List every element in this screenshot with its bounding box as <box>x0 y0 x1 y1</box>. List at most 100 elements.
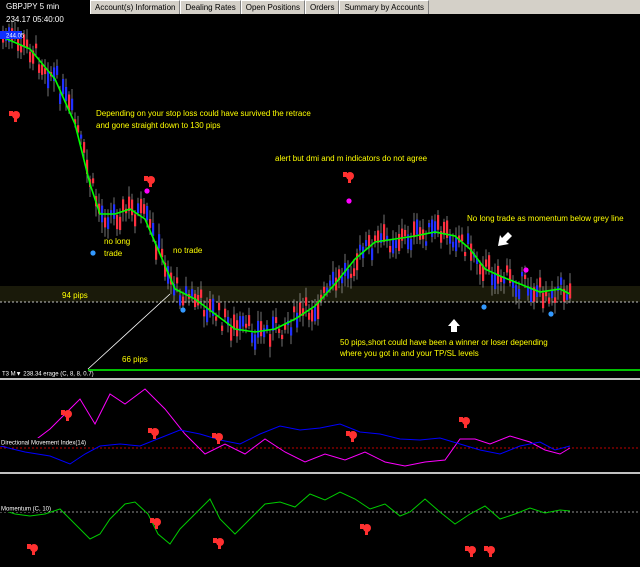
candle-body <box>551 290 554 299</box>
arrow-down-icon <box>498 232 512 246</box>
candle-body <box>410 239 413 251</box>
tab-orders[interactable]: Orders <box>305 0 340 14</box>
candle-body <box>539 277 542 288</box>
candle-body <box>131 199 134 216</box>
candle-body <box>47 71 50 89</box>
candle-body <box>560 277 563 285</box>
candle-body <box>56 65 59 75</box>
candle-body <box>140 198 143 214</box>
candle-body <box>65 86 68 101</box>
candle-body <box>374 235 377 242</box>
candle-body <box>38 64 41 73</box>
candle-body <box>179 295 182 306</box>
candle-body <box>359 244 362 251</box>
candle-body <box>488 255 491 270</box>
chart-symbol-label: GBPJPY 5 min 234.17 05:40:00 <box>0 0 84 24</box>
annotation-50-pips-line1: 50 pips,short could have been a winner o… <box>340 338 548 347</box>
signal-dot-blue <box>548 311 554 317</box>
candle-body <box>62 78 65 95</box>
annotation-no-long-line2: trade <box>104 249 123 258</box>
candle-body <box>500 276 503 283</box>
signal-dot-magenta <box>144 188 150 194</box>
tab-account-information[interactable]: Account(s) Information <box>90 0 181 14</box>
candle-body <box>506 265 509 273</box>
chart-area[interactable]: 244.05 T3 M▼ 238.34 erage (C, 8, 8, 0.7)… <box>0 14 640 567</box>
signal-dot-blue <box>481 304 487 310</box>
candle-body <box>461 234 464 242</box>
candle-body <box>215 316 218 321</box>
candle-body <box>242 316 245 327</box>
annotation-50-pips-line2: where you got in and your TP/SL levels <box>339 349 479 358</box>
candle-body <box>59 93 62 104</box>
candle-body <box>467 233 470 245</box>
candle-body <box>455 237 458 252</box>
candle-body <box>341 276 344 284</box>
candle-body <box>494 272 497 290</box>
annotation-94-pips: 94 pips <box>62 291 88 300</box>
price-panel[interactable]: 244.05 T3 M▼ 238.34 erage (C, 8, 8, 0.7)… <box>0 20 640 378</box>
panel-separator <box>0 472 640 474</box>
annotation-stop-loss-line2: and gone straight down to 130 pips <box>96 121 221 130</box>
annotation-stop-loss-line1: Depending on your stop loss could have s… <box>96 109 311 118</box>
candle-body <box>83 142 86 153</box>
candle-body <box>257 320 260 338</box>
candle-body <box>269 334 272 347</box>
signal-dot-blue <box>90 250 96 256</box>
tab-summary-by-accounts[interactable]: Summary by Accounts <box>339 0 430 14</box>
candle-body <box>437 215 440 230</box>
momentum-line <box>0 491 571 545</box>
candle-body <box>365 240 368 246</box>
candle-body <box>260 321 263 337</box>
candle-body <box>251 332 254 343</box>
candle-body <box>293 306 296 313</box>
annotation-alert: alert but dmi and m indicators do not ag… <box>275 154 428 163</box>
candle-body <box>569 283 572 299</box>
candle-body <box>182 296 185 306</box>
candle-body <box>143 204 146 214</box>
momentum-panel[interactable]: Momentum (C, 10) <box>0 491 640 557</box>
candle-body <box>353 268 356 276</box>
candle-body <box>524 274 527 280</box>
candle-body <box>248 315 251 327</box>
signal-dot-blue <box>180 307 186 313</box>
candle-body <box>224 308 227 318</box>
tab-bar: Account(s) Information Dealing Rates Ope… <box>90 0 640 14</box>
candle-body <box>80 134 83 139</box>
candle-body <box>350 273 353 278</box>
candle-body <box>314 306 317 322</box>
price-tag: 244.05 <box>6 34 25 40</box>
candle-body <box>491 274 494 286</box>
candle-body <box>452 241 455 248</box>
candle-body <box>305 297 308 306</box>
candle-body <box>479 264 482 275</box>
candle-body <box>239 316 242 332</box>
dmi-panel[interactable]: Directional Movement Index(14) <box>0 388 640 467</box>
candle-body <box>530 287 533 302</box>
candle-body <box>443 221 446 235</box>
thumbs-down-icon <box>144 176 155 187</box>
momentum-label: Momentum (C, 10) <box>1 507 51 513</box>
candle-body <box>347 269 350 279</box>
candle-body <box>398 233 401 251</box>
candle-body <box>428 223 431 228</box>
candle-body <box>176 277 179 284</box>
tab-dealing-rates[interactable]: Dealing Rates <box>180 0 241 14</box>
candle-body <box>263 328 266 338</box>
thumbs-down-icon <box>61 410 72 421</box>
thumbs-down-icon <box>343 172 354 183</box>
candle-body <box>485 259 488 267</box>
candle-body <box>566 294 569 300</box>
tab-open-positions[interactable]: Open Positions <box>240 0 305 14</box>
thumbs-down-icon <box>346 431 357 442</box>
candle-body <box>464 251 467 257</box>
candle-body <box>383 224 386 242</box>
candle-body <box>122 199 125 211</box>
candle-body <box>236 320 239 337</box>
candle-body <box>401 228 404 241</box>
candle-body <box>35 43 38 49</box>
candle-body <box>152 222 155 236</box>
candle-body <box>299 302 302 316</box>
candle-body <box>296 312 299 328</box>
thumbs-down-icon <box>459 417 470 428</box>
thumbs-down-icon <box>465 546 476 557</box>
